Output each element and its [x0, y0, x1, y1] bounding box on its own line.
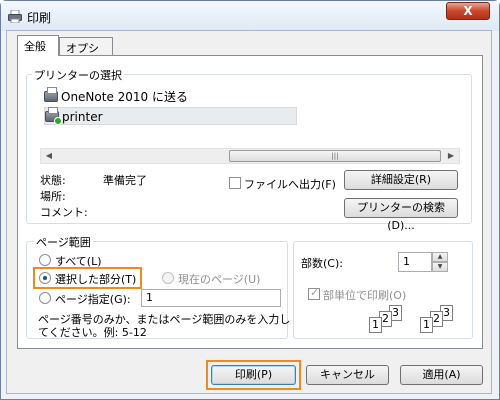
preferences-button[interactable]: 詳細設定(R) — [344, 170, 458, 190]
copies-label: 部数(C): — [301, 257, 343, 270]
printer-icon — [8, 9, 22, 24]
selection-highlight — [33, 267, 142, 289]
tab-general[interactable]: 全般 — [17, 35, 59, 56]
collate-page-1: 1 — [420, 317, 433, 333]
spin-down-icon[interactable]: ▼ — [432, 262, 448, 272]
close-button[interactable]: X — [446, 2, 490, 20]
scroll-right-arrow-icon[interactable]: ▶ — [443, 149, 459, 163]
printer-name: printer — [62, 110, 103, 124]
tab-options[interactable]: オプション — [59, 37, 113, 71]
spin-up-icon[interactable]: ▲ — [432, 252, 448, 262]
collate-checkbox[interactable] — [308, 286, 320, 300]
collate-page-1: 1 — [369, 317, 382, 333]
page-range-input[interactable]: 1 — [141, 289, 281, 307]
range-current-label[interactable]: 現在のページ(U) — [178, 271, 260, 287]
scroll-left-arrow-icon[interactable]: ◀ — [41, 149, 57, 163]
page-range-label: ページ範囲 — [34, 234, 93, 250]
printer-default-icon — [45, 107, 62, 125]
range-pages-label[interactable]: ページ指定(G): — [55, 291, 131, 307]
comment-label: コメント: — [40, 206, 88, 219]
status-label: 状態: — [40, 174, 66, 187]
print-to-file-label[interactable]: ファイルへ出力(F) — [244, 176, 336, 192]
page-range-hint-2: てください。例: 5-12 — [38, 326, 147, 339]
printer-item-onenote[interactable]: OneNote 2010 に送る — [44, 87, 189, 106]
cancel-button[interactable]: キャンセル — [306, 365, 389, 385]
range-current-radio[interactable] — [162, 272, 174, 284]
printer-list-scrollbar[interactable]: ◀ ||| ▶ — [40, 148, 460, 164]
printer-name: OneNote 2010 に送る — [61, 90, 189, 104]
title-bar[interactable]: 印刷 X — [1, 1, 499, 31]
printer-icon — [44, 87, 58, 102]
scroll-thumb[interactable]: ||| — [229, 150, 441, 162]
printer-item-printer[interactable]: printer — [44, 107, 297, 125]
range-pages-radio[interactable] — [39, 292, 51, 304]
collate-label[interactable]: 部単位で印刷(O) — [323, 287, 406, 303]
default-check-icon — [54, 117, 62, 125]
copies-stepper[interactable]: ▲ ▼ — [432, 252, 448, 272]
copies-input[interactable]: 1 — [398, 252, 432, 272]
printer-select-label: プリンターの選択 — [32, 67, 124, 83]
range-all-radio[interactable] — [39, 254, 51, 266]
find-printer-button[interactable]: プリンターの検索(D)... — [344, 198, 458, 232]
window-title: 印刷 — [27, 11, 52, 25]
status-value: 準備完了 — [103, 174, 147, 187]
print-to-file-checkbox[interactable] — [229, 177, 241, 189]
print-highlight — [206, 360, 301, 390]
apply-button[interactable]: 適用(A) — [400, 365, 483, 385]
location-label: 場所: — [40, 190, 66, 203]
